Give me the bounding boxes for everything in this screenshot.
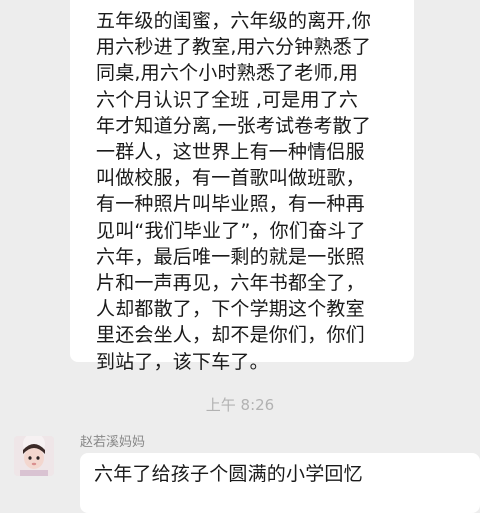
message-bubble[interactable]: 五年级的闺蜜，六年级的离开,你 用六秒进了教室,用六分钟熟悉了 同桌,用六个小时… [70,0,414,373]
avatar[interactable] [14,436,54,476]
message-line: 年才知道分离,一张考试卷考散了 [96,114,372,137]
message-line: 见叫“我们毕业了”，你们奋斗了 [96,219,366,242]
message-line: 一群人，这世界上有一种情侣服 [96,141,365,164]
message-line: 用六秒进了教室,用六分钟熟悉了 [96,36,372,59]
message-line: 里还会坐人，却不是你们，你们 [96,324,365,347]
message-text: 六年了给孩子个圆满的小学回忆 [94,463,363,485]
message-line: 片和一声再见，六年书都全了， [96,272,365,295]
message-line: 有一种照片叫毕业照，有一种再 [96,193,365,216]
message-line: 叫做校服，有一首歌叫做班歌， [96,167,365,190]
message-line: 同桌,用六个小时熟悉了老师,用 [96,62,359,85]
sender-name: 赵若溪妈妈 [80,435,146,450]
message-line: 五年级的闺蜜，六年级的离开,你 [96,10,372,32]
chat-area[interactable]: 五年级的闺蜜，六年级的离开,你 用六秒进了教室,用六分钟熟悉了 同桌,用六个小时… [0,0,480,513]
message-line: 到站了，该下车了。 [96,350,269,373]
avatar-image [14,436,54,476]
message-timestamp: 上午 8:26 [205,396,275,414]
message-line: 人却都散了，下个学期这个教室 [96,298,365,321]
message-bubble[interactable]: 六年了给孩子个圆满的小学回忆 [80,453,480,513]
message-line: 六年，最后唯一剩的就是一张照 [96,245,365,268]
message-line: 六个月认识了全班 ,可是用了六 [96,88,359,111]
